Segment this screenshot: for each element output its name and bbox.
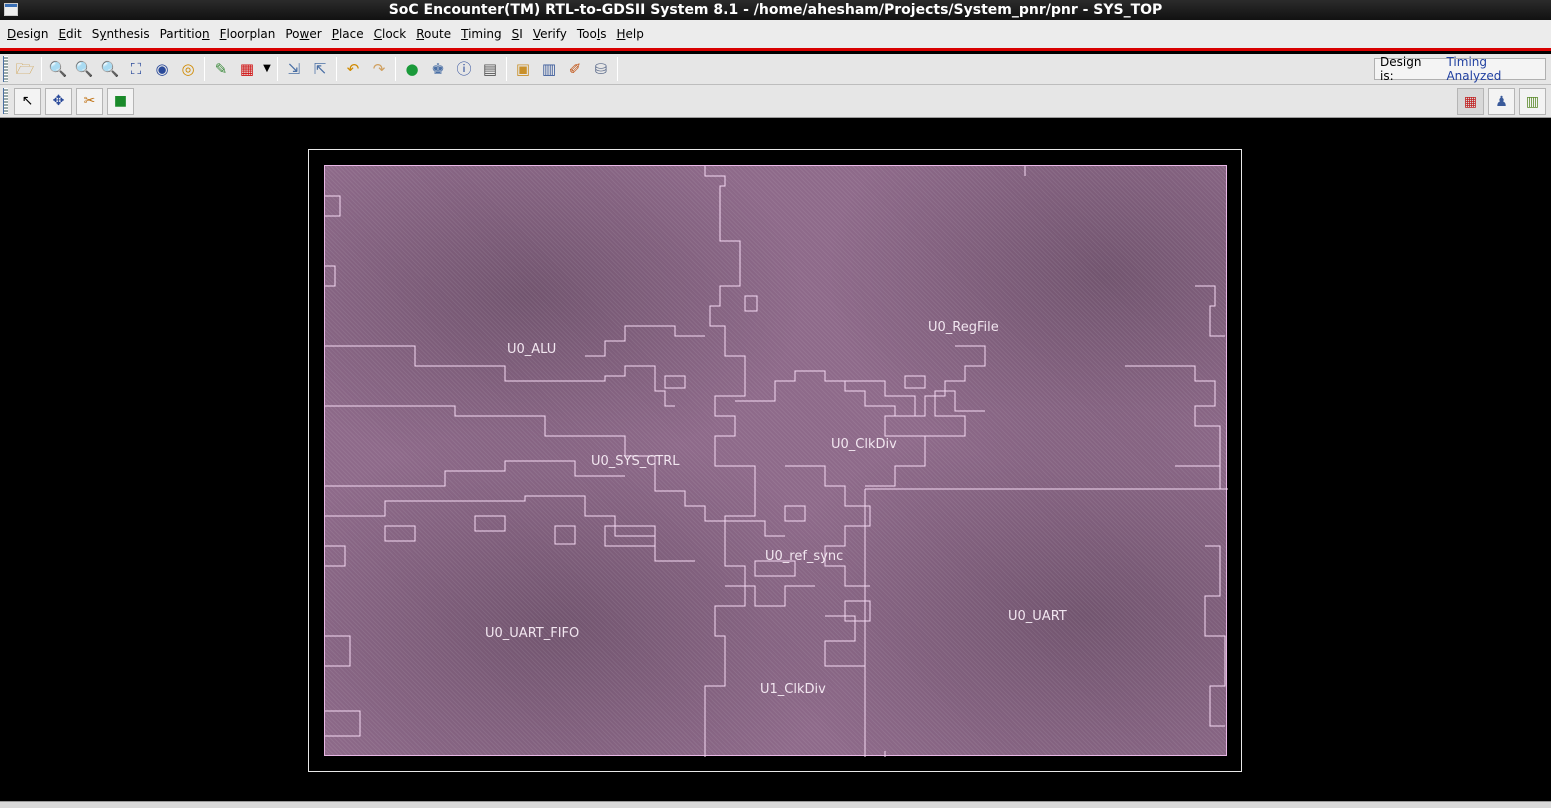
menu-power[interactable]: Power (280, 23, 326, 45)
menu-timing[interactable]: Timing (456, 23, 507, 45)
instance-label: U0_UART (1008, 609, 1067, 624)
database-icon[interactable]: ⛁ (589, 57, 613, 81)
toolbar-grip[interactable] (3, 56, 8, 82)
status-bar (0, 801, 1551, 808)
palette-icon[interactable]: ▦ (235, 57, 259, 81)
menu-help[interactable]: Help (611, 23, 648, 45)
menu-clock[interactable]: Clock (369, 23, 412, 45)
zoom-area-icon[interactable]: 🔍 (98, 57, 122, 81)
instance-label: U0_UART_FIFO (485, 626, 580, 641)
toolbar-separator (617, 57, 618, 81)
floorplan-view-icon[interactable]: ▦ (1457, 88, 1484, 115)
menu-partition[interactable]: Partition (155, 23, 215, 45)
zoom-out-icon[interactable]: 🔍 (72, 57, 96, 81)
toolbar-separator (506, 57, 507, 81)
wire-edit-icon[interactable]: ✂ (76, 87, 103, 115)
menu-place[interactable]: Place (327, 23, 369, 45)
design-status-label: Design is: (1380, 55, 1422, 83)
instance-label: U0_ALU (507, 342, 557, 357)
instance-label: U0_SYS_CTRL (591, 454, 680, 469)
instance-label: U0_ref_sync (765, 549, 844, 564)
menu-bar: Design Edit Synthesis Partition Floorplan Pow… (0, 20, 1551, 51)
instance-label: U0_RegFile (928, 320, 999, 335)
move-icon[interactable]: ✥ (45, 87, 72, 115)
design-status: Design is: Timing Analyzed (1374, 55, 1546, 83)
toolbar-grip[interactable] (3, 88, 8, 114)
window-titlebar: SoC Encounter(TM) RTL-to-GDSII System 8.… (0, 0, 1551, 20)
select-arrow-icon[interactable]: ↖ (14, 87, 41, 115)
instance-label: U1_ClkDiv (760, 682, 826, 697)
window-layout-icon[interactable]: ▥ (537, 57, 561, 81)
layout-canvas[interactable]: U0_RegFile U0_ALU U0_SYS_CTRL U0_ClkDiv … (0, 119, 1551, 801)
redo-icon[interactable]: ↷ (367, 57, 391, 81)
menu-synthesis[interactable]: Synthesis (87, 23, 155, 45)
toolbar-separator (277, 57, 278, 81)
toolbar-separator (336, 57, 337, 81)
menu-floorplan[interactable]: Floorplan (215, 23, 281, 45)
physical-view-icon[interactable]: ▥ (1519, 88, 1546, 115)
hierarchy-up-icon[interactable]: ⇱ (308, 57, 332, 81)
instance-label: U0_ClkDiv (831, 437, 897, 452)
toolbar-separator (395, 57, 396, 81)
fit-icon[interactable]: ⛶ (124, 57, 148, 81)
menu-edit[interactable]: Edit (53, 23, 86, 45)
core-area[interactable] (324, 165, 1228, 757)
hierarchy-down-icon[interactable]: ⇲ (282, 57, 306, 81)
ruler-icon[interactable]: ✐ (563, 57, 587, 81)
menu-design[interactable]: Design (2, 23, 53, 45)
menu-si[interactable]: SI (507, 23, 528, 45)
partition-boundaries (325, 166, 1228, 757)
menu-verify[interactable]: Verify (528, 23, 572, 45)
run-icon[interactable]: ● (400, 57, 424, 81)
main-toolbar: 🗁 🔍 🔍 🔍 ⛶ ◉ ◎ ✎ ▦ ▼ ⇲ ⇱ ↶ ↷ ● ♚ ⓘ ▤ ▣ ▥ … (0, 54, 1551, 85)
redraw-icon[interactable]: ◎ (176, 57, 200, 81)
zoom-previous-icon[interactable]: ◉ (150, 57, 174, 81)
tree-icon[interactable]: ♚ (426, 57, 450, 81)
toolbar-separator (41, 57, 42, 81)
dropdown-arrow-icon[interactable]: ▼ (261, 57, 273, 81)
amoeba-view-icon[interactable]: ♟ (1488, 88, 1515, 115)
notes-icon[interactable]: ▤ (478, 57, 502, 81)
design-status-value: Timing Analyzed (1446, 55, 1502, 83)
toolbar-separator (204, 57, 205, 81)
view-switcher: ▦ ♟ ▥ (1455, 88, 1548, 115)
color-icon[interactable]: ✎ (209, 57, 233, 81)
window-menu-icon[interactable] (4, 3, 18, 16)
info-icon[interactable]: ⓘ (452, 57, 476, 81)
menu-route[interactable]: Route (411, 23, 456, 45)
zoom-in-icon[interactable]: 🔍 (46, 57, 70, 81)
cell-icon[interactable]: ■ (107, 87, 134, 115)
menu-tools[interactable]: Tools (572, 23, 612, 45)
edit-toolbar: ↖ ✥ ✂ ■ ▦ ♟ ▥ (0, 85, 1551, 118)
window-title: SoC Encounter(TM) RTL-to-GDSII System 8.… (388, 2, 1163, 18)
folder-icon[interactable]: 🗁 (13, 57, 37, 81)
properties-icon[interactable]: ▣ (511, 57, 535, 81)
undo-icon[interactable]: ↶ (341, 57, 365, 81)
